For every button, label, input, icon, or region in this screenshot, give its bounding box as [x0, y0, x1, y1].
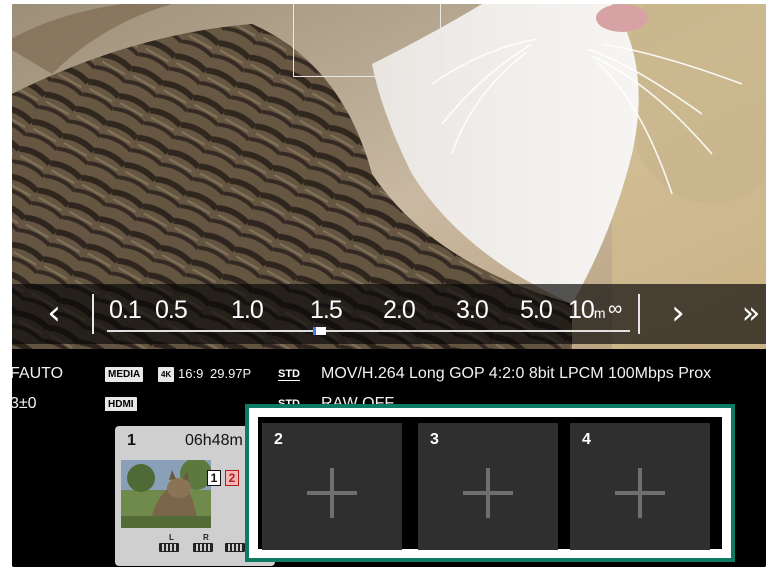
chevron-left-icon[interactable]: ‹ — [34, 290, 74, 336]
focus-tick[interactable]: 10m — [568, 296, 606, 325]
slot-number: 1 — [127, 432, 136, 449]
slot-thumbnail — [121, 460, 211, 528]
channel-right-label: R — [203, 533, 209, 542]
recording-format: MOV/H.264 Long GOP 4:2:0 8bit LPCM 100Mb… — [321, 365, 712, 382]
focus-divider-right — [638, 294, 640, 334]
channel-left-label: L — [169, 533, 174, 542]
focus-tick[interactable]: 0.5 — [155, 296, 188, 325]
hdmi-tag: HDMI — [105, 397, 137, 412]
empty-slots-container: 2 3 4 — [258, 417, 722, 550]
focus-distance-bar: ‹ 0.1 0.5 1.0 1.5 2.0 3.0 5.0 10m ∞ › » — [12, 284, 766, 344]
memory-slot-2[interactable]: 2 — [262, 423, 402, 550]
memory-slot-3[interactable]: 3 — [418, 423, 558, 550]
double-chevron-right-icon[interactable]: » — [728, 290, 766, 336]
chevron-right-icon[interactable]: › — [658, 290, 698, 336]
plus-icon — [463, 467, 513, 518]
cat-thumbnail — [121, 460, 211, 528]
plus-icon — [615, 467, 665, 518]
focus-tick[interactable]: 5.0 — [520, 296, 553, 325]
focus-track[interactable] — [107, 330, 630, 332]
focus-unit: m — [593, 305, 606, 321]
focus-tick[interactable]: 1.5 — [310, 296, 343, 325]
focus-tick-10: 10 — [568, 296, 595, 324]
aspect-ratio: 16:9 — [178, 366, 204, 381]
slot-number: 2 — [274, 431, 283, 448]
card-2-icon: 2 — [225, 470, 239, 486]
focus-tick[interactable]: 1.0 — [231, 296, 264, 325]
focus-tick[interactable]: 0.1 — [109, 296, 142, 325]
frame-rate: 29.97P — [210, 366, 252, 381]
focus-tick[interactable]: 2.0 — [383, 296, 416, 325]
std-tag: STD — [278, 368, 300, 381]
focus-position-marker[interactable] — [313, 327, 326, 335]
af-frame[interactable] — [293, 4, 441, 77]
battery-icon — [159, 543, 179, 552]
card-1-icon: 1 — [207, 470, 221, 486]
empty-slots-highlight: 2 3 4 — [245, 404, 735, 562]
battery-icon — [225, 543, 245, 552]
slot-number: 4 — [582, 431, 591, 448]
battery-icon — [193, 543, 213, 552]
slot-number: 3 — [430, 431, 439, 448]
resolution-tag: 4K — [158, 367, 175, 382]
memory-slot-4[interactable]: 4 — [570, 423, 710, 550]
plus-icon — [307, 467, 357, 518]
af-mode-label: FAUTO — [12, 365, 64, 382]
recording-info-panel: FAUTO MEDIA 4K 16:9 29.97P STD MOV/H.264… — [12, 349, 766, 412]
focus-divider-left — [92, 294, 94, 334]
focus-tick[interactable]: 3.0 — [456, 296, 489, 325]
infinity-icon[interactable]: ∞ — [608, 298, 622, 321]
remaining-time: 06h48m — [185, 432, 243, 449]
media-tag: MEDIA — [105, 367, 144, 382]
